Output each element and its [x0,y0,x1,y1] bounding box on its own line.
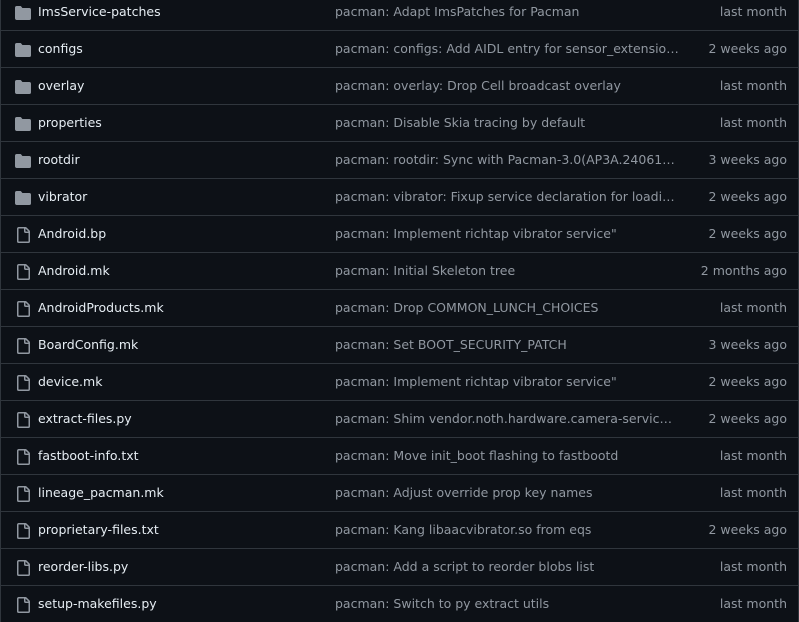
file-name-link[interactable]: configs [38,41,318,57]
file-icon [15,486,31,502]
commit-message-link[interactable]: pacman: overlay: Drop Cell broadcast ove… [335,78,679,94]
commit-message-link[interactable]: pacman: Implement richtap vibrator servi… [335,226,679,242]
folder-icon [15,5,31,21]
commit-message-link[interactable]: pacman: Set BOOT_SECURITY_PATCH [335,337,679,353]
file-row[interactable]: device.mk pacman: Implement richtap vibr… [1,363,798,400]
folder-icon [15,190,31,206]
commit-message-link[interactable]: pacman: configs: Add AIDL entry for sens… [335,41,679,57]
commit-message-link[interactable]: pacman: Drop COMMON_LUNCH_CHOICES [335,300,679,316]
commit-age: last month [719,78,787,93]
commit-age: 2 weeks ago [708,411,788,426]
commit-age: 2 weeks ago [708,41,788,56]
commit-message-link[interactable]: pacman: Disable Skia tracing by default [335,115,679,131]
file-icon [15,449,31,465]
commit-age: last month [719,596,787,611]
commit-age: last month [719,559,787,574]
commit-age: last month [719,448,787,463]
commit-message-link[interactable]: pacman: Switch to py extract utils [335,596,679,612]
file-icon [15,227,31,243]
file-row[interactable]: setup-makefiles.py pacman: Switch to py … [1,585,798,622]
file-name-link[interactable]: BoardConfig.mk [38,337,318,353]
commit-age: last month [719,115,787,130]
folder-row[interactable]: rootdir pacman: rootdir: Sync with Pacma… [1,141,798,178]
file-table: ImsService-patches pacman: Adapt ImsPatc… [0,0,799,622]
commit-age: 2 weeks ago [708,189,788,204]
folder-icon [15,116,31,132]
commit-message-link[interactable]: pacman: Add a script to reorder blobs li… [335,559,679,575]
folder-row[interactable]: properties pacman: Disable Skia tracing … [1,104,798,141]
folder-row[interactable]: overlay pacman: overlay: Drop Cell broad… [1,67,798,104]
commit-age: 2 months ago [700,263,787,278]
commit-age: 3 weeks ago [708,337,788,352]
file-row[interactable]: fastboot-info.txt pacman: Move init_boot… [1,437,798,474]
commit-message-link[interactable]: pacman: Shim vendor.noth.hardware.camera… [335,411,679,427]
file-row[interactable]: AndroidProducts.mk pacman: Drop COMMON_L… [1,289,798,326]
file-name-link[interactable]: overlay [38,78,318,94]
commit-age: last month [719,485,787,500]
file-name-link[interactable]: setup-makefiles.py [38,596,318,612]
commit-message-link[interactable]: pacman: Implement richtap vibrator servi… [335,374,679,390]
file-name-link[interactable]: Android.bp [38,226,318,242]
folder-icon [15,153,31,169]
file-icon [15,301,31,317]
commit-message-link[interactable]: pacman: rootdir: Sync with Pacman-3.0(AP… [335,152,679,168]
file-name-link[interactable]: AndroidProducts.mk [38,300,318,316]
file-name-link[interactable]: fastboot-info.txt [38,448,318,464]
folder-row[interactable]: configs pacman: configs: Add AIDL entry … [1,30,798,67]
file-icon [15,338,31,354]
commit-age: last month [719,300,787,315]
file-name-link[interactable]: properties [38,115,318,131]
commit-age: 2 weeks ago [708,522,788,537]
commit-age: 2 weeks ago [708,374,788,389]
file-name-link[interactable]: device.mk [38,374,318,390]
commit-age: 3 weeks ago [708,152,788,167]
commit-message-link[interactable]: pacman: Adapt ImsPatches for Pacman [335,4,679,20]
commit-message-link[interactable]: pacman: Adjust override prop key names [335,485,679,501]
commit-age: 2 weeks ago [708,226,788,241]
file-name-link[interactable]: lineage_pacman.mk [38,485,318,501]
commit-message-link[interactable]: pacman: Initial Skeleton tree [335,263,679,279]
file-row[interactable]: lineage_pacman.mk pacman: Adjust overrid… [1,474,798,511]
folder-icon [15,79,31,95]
file-name-link[interactable]: ImsService-patches [38,4,318,20]
file-icon [15,523,31,539]
commit-age: last month [719,4,787,19]
file-row[interactable]: extract-files.py pacman: Shim vendor.not… [1,400,798,437]
file-row[interactable]: reorder-libs.py pacman: Add a script to … [1,548,798,585]
folder-row[interactable]: ImsService-patches pacman: Adapt ImsPatc… [1,0,798,30]
folder-icon [15,42,31,58]
commit-message-link[interactable]: pacman: vibrator: Fixup service declarat… [335,189,679,205]
file-icon [15,264,31,280]
file-name-link[interactable]: Android.mk [38,263,318,279]
file-icon [15,560,31,576]
file-row[interactable]: proprietary-files.txt pacman: Kang libaa… [1,511,798,548]
file-name-link[interactable]: extract-files.py [38,411,318,427]
commit-message-link[interactable]: pacman: Kang libaacvibrator.so from eqs [335,522,679,538]
folder-row[interactable]: vibrator pacman: vibrator: Fixup service… [1,178,798,215]
file-row[interactable]: BoardConfig.mk pacman: Set BOOT_SECURITY… [1,326,798,363]
file-row[interactable]: Android.mk pacman: Initial Skeleton tree… [1,252,798,289]
file-name-link[interactable]: proprietary-files.txt [38,522,318,538]
file-row[interactable]: Android.bp pacman: Implement richtap vib… [1,215,798,252]
file-icon [15,375,31,391]
commit-message-link[interactable]: pacman: Move init_boot flashing to fastb… [335,448,679,464]
file-icon [15,412,31,428]
file-name-link[interactable]: rootdir [38,152,318,168]
file-name-link[interactable]: vibrator [38,189,318,205]
file-name-link[interactable]: reorder-libs.py [38,559,318,575]
file-icon [15,597,31,613]
